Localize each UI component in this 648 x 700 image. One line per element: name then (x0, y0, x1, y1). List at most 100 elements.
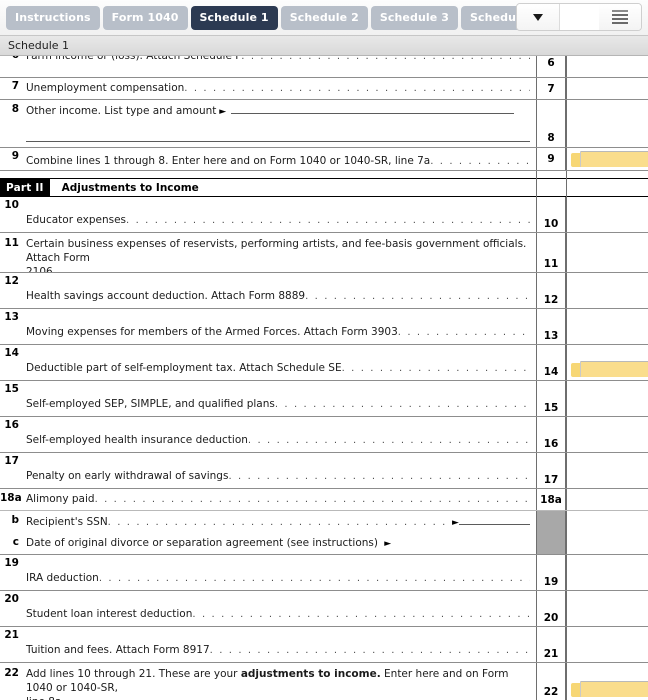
menu-button[interactable] (599, 4, 641, 30)
breadcrumb: Schedule 1 (0, 36, 648, 56)
amount-label-12: 12 (536, 273, 566, 308)
line-8-writein-input-1[interactable] (230, 103, 514, 114)
line-number-6: 6 (0, 56, 22, 77)
line-number-15: 15 (4, 383, 19, 395)
highlighted-entry-14[interactable] (571, 361, 648, 377)
form-row-9: 9 Combine lines 1 through 8. Enter here … (0, 148, 648, 171)
highlighted-entry-22[interactable] (571, 681, 648, 697)
leader-dots: . . . . . . . . . . . . . . . . . . . . … (341, 363, 530, 374)
form-row-17: 17 Penalty on early withdrawal of saving… (0, 453, 648, 489)
amount-label-14: 14 (536, 345, 566, 380)
line-number-7: 7 (11, 80, 19, 92)
amount-label-19: 19 (536, 555, 566, 590)
line-6-text: Farm income or (loss). Attach Schedule F (26, 56, 242, 62)
line-number-18b: b (11, 514, 19, 526)
form-row-12: 12 Health savings account deduction. Att… (0, 273, 648, 309)
leader-dots: . . . . . . . . . . . . . . . . . . . . … (192, 609, 530, 620)
amount-label-21: 21 (536, 627, 566, 662)
part-2-title: Adjustments to Income (61, 181, 199, 194)
line-22-text-a: Add lines 10 through 21. These are your (26, 668, 241, 680)
leader-dots: . . . . . . . . . . . . . . . . . . . . … (228, 471, 530, 482)
line-22-text-bold: adjustments to income. (240, 668, 381, 680)
amount-label-13: 13 (536, 309, 566, 344)
form-row-6: 6 Farm income or (loss). Attach Schedule… (0, 56, 648, 78)
leader-dots: . . . . . . . . . . . . . . . . . . . . … (53, 266, 530, 272)
line-22-text: Add lines 10 through 21. These are your … (26, 667, 530, 695)
amount-label-6: 6 (536, 56, 566, 77)
leader-dots: . . . . . . . . . . . . . . . . . . . . … (209, 645, 530, 656)
line-8-text: Other income. List type and amount (26, 105, 217, 117)
line-number-18c: c (12, 536, 19, 548)
amount-input-9[interactable] (566, 148, 648, 170)
leader-dots: . . . . . . . . . . . . . . . . . . . . … (98, 573, 530, 584)
amount-input-14[interactable] (566, 345, 648, 380)
amount-label-7: 7 (536, 78, 566, 99)
amount-input-10[interactable] (566, 197, 648, 232)
amount-input-6[interactable] (566, 56, 648, 77)
amount-label-15: 15 (536, 381, 566, 416)
line-number-10: 10 (4, 199, 19, 211)
tab-schedule-3[interactable]: Schedule 3 (370, 5, 458, 30)
amount-input-18b (566, 511, 648, 533)
amount-input-11[interactable] (566, 233, 648, 272)
leader-dots: . . . . . . . . . . . . . . . . . . . . … (184, 83, 530, 94)
amount-input-20[interactable] (566, 591, 648, 626)
line-18c-date-input[interactable] (26, 551, 186, 554)
line-number-14: 14 (4, 347, 19, 359)
line-15-text: Self-employed SEP, SIMPLE, and qualified… (26, 398, 275, 410)
line-number-11: 11 (4, 237, 19, 249)
amount-input-7[interactable] (566, 78, 648, 99)
leader-dots: . . . . . . . . . . . . . . . . . . . . … (430, 156, 530, 167)
tab-schedule-2[interactable]: Schedule 2 (280, 5, 368, 30)
section-gap (0, 171, 648, 178)
dropdown-button[interactable] (517, 4, 559, 30)
tab-schedule-1[interactable]: Schedule 1 (190, 5, 278, 30)
line-number-12: 12 (4, 275, 19, 287)
amount-label-22: 22 (536, 663, 566, 700)
form-row-22: 22 Add lines 10 through 21. These are yo… (0, 663, 648, 700)
tab-instructions[interactable]: Instructions (6, 5, 100, 30)
amount-input-21[interactable] (566, 627, 648, 662)
form-row-8: 8 Other income. List type and amount ► 8 (0, 100, 648, 148)
form-row-18b: b Recipient's SSN . . . . . . . . . . . … (0, 511, 648, 533)
highlighted-entry-9[interactable] (571, 151, 648, 167)
leader-dots: . . . . . . . . . . . . . . . . . . . . … (274, 399, 530, 410)
form-row-15: 15 Self-employed SEP, SIMPLE, and qualif… (0, 381, 648, 417)
line-number-17: 17 (4, 455, 19, 467)
line-number-22: 22 (4, 667, 19, 679)
form-row-21: 21 Tuition and fees. Attach Form 8917 . … (0, 627, 648, 663)
amount-input-15[interactable] (566, 381, 648, 416)
line-22-text-cont: line 8a (26, 695, 61, 700)
line-18b-ssn-input[interactable] (458, 514, 530, 525)
tab-form-1040[interactable]: Form 1040 (102, 5, 188, 30)
line-20-text: Student loan interest deduction (26, 608, 193, 620)
line-number-13: 13 (4, 311, 19, 323)
line-number-16: 16 (4, 419, 19, 431)
leader-dots: . . . . . . . . . . . . . . . . . . . . … (126, 215, 530, 226)
amount-label-17: 17 (536, 453, 566, 488)
amount-label-10: 10 (536, 197, 566, 232)
toolbar-text-input[interactable] (559, 4, 599, 30)
line-18b-text: Recipient's SSN (26, 516, 108, 528)
leader-dots: . . . . . . . . . . . . . . . . . . . . … (61, 696, 530, 700)
amount-input-18a[interactable] (566, 489, 648, 510)
shaded-cell-18b (536, 511, 566, 533)
amount-input-13[interactable] (566, 309, 648, 344)
amount-input-17[interactable] (566, 453, 648, 488)
write-in-arrow-icon: ► (216, 107, 227, 117)
line-number-18a: 18a (0, 492, 22, 504)
leader-dots: . . . . . . . . . . . . . . . . . . . . … (305, 291, 530, 302)
form-sheet: 6 Farm income or (loss). Attach Schedule… (0, 56, 648, 700)
line-number-21: 21 (4, 629, 19, 641)
leader-dots: . . . . . . . . . . . . . . . . . . . . … (397, 327, 530, 338)
amount-label-9: 9 (536, 148, 566, 170)
form-row-19: 19 IRA deduction . . . . . . . . . . . .… (0, 555, 648, 591)
leader-dots: . . . . . . . . . . . . . . . . . . . . … (241, 56, 530, 62)
amount-input-12[interactable] (566, 273, 648, 308)
amount-input-16[interactable] (566, 417, 648, 452)
amount-input-8[interactable] (566, 100, 648, 147)
amount-input-19[interactable] (566, 555, 648, 590)
amount-input-22[interactable] (566, 663, 648, 700)
line-8-writein-input-2[interactable] (26, 141, 530, 142)
form-row-13: 13 Moving expenses for members of the Ar… (0, 309, 648, 345)
